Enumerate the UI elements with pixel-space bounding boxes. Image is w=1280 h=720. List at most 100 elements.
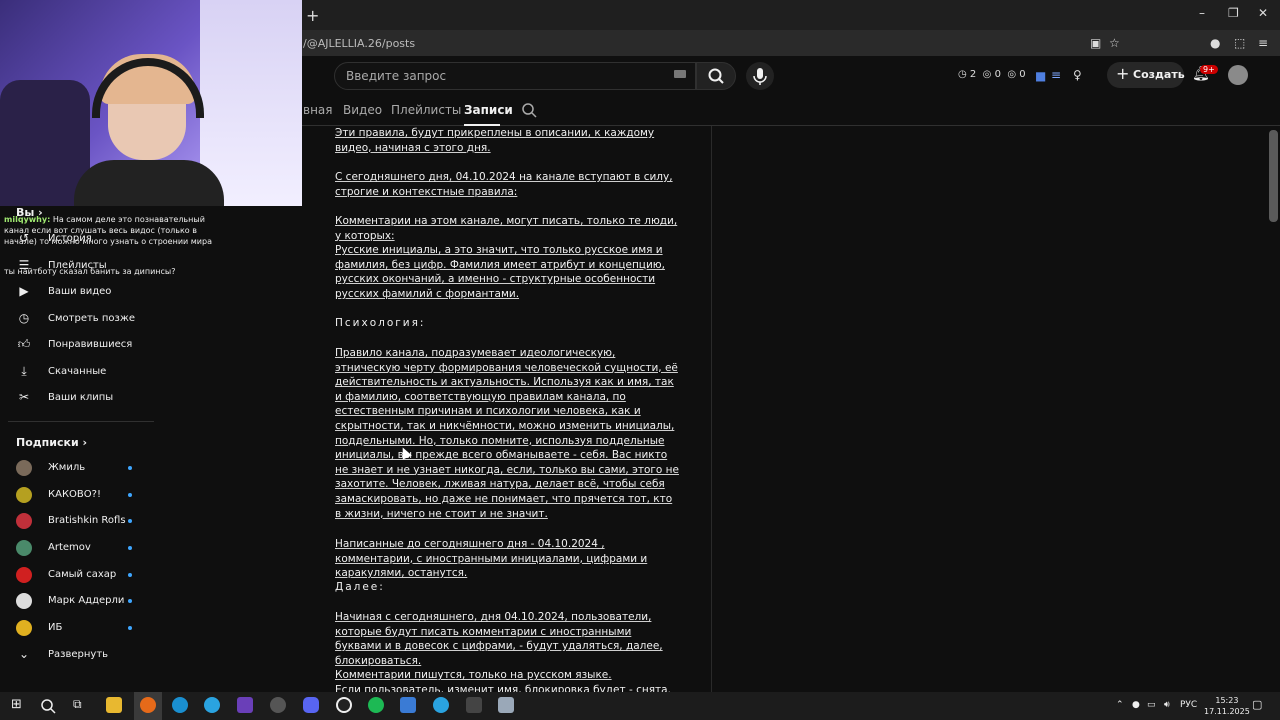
post-paragraph: Написанные до сегодняшнего дня - 04.10.2… — [335, 538, 648, 580]
post-heading: Психология: — [335, 317, 426, 329]
clock-date: 17.11.2025 — [1204, 707, 1250, 716]
firefox-icon[interactable] — [140, 697, 156, 713]
search-placeholder: Введите запрос — [346, 69, 447, 83]
scrollbar-thumb[interactable] — [1269, 130, 1278, 222]
channel-avatar — [16, 460, 32, 476]
post-paragraph: С сегодняшнего дня, 04.10.2024 на канале… — [335, 171, 673, 198]
new-content-dot — [128, 493, 132, 497]
chat-username: milqywhy: — [4, 215, 51, 224]
tab-home[interactable]: вная — [303, 103, 333, 117]
post-paragraph: Комментарии на этом канале, могут писать… — [335, 215, 678, 300]
notification-center-icon[interactable]: ▢ — [1252, 698, 1262, 711]
keyboard-icon[interactable] — [674, 70, 686, 78]
sidebar-sub-item[interactable]: КАКОВО?! — [16, 485, 136, 505]
windows-start-icon[interactable]: ⊞ — [11, 697, 22, 712]
taskbar — [0, 692, 1280, 720]
new-content-dot — [128, 626, 132, 630]
new-content-dot — [128, 599, 132, 603]
app-window-icon[interactable] — [400, 697, 416, 713]
new-tab-button[interactable]: + — [306, 6, 319, 25]
channel-avatar — [16, 513, 32, 529]
app-icon[interactable] — [336, 697, 352, 713]
taskbar-clock[interactable]: 15:23 17.11.2025 — [1204, 695, 1250, 717]
new-content-dot — [128, 546, 132, 550]
subscriptions-header[interactable]: Подписки › — [16, 436, 87, 449]
screen: + – ❐ ✕ /@AJLELLIA.26/posts ▣ ☆ ● ⬚ ≡ Вв… — [0, 0, 1280, 720]
voice-search-button[interactable] — [746, 62, 774, 90]
notification-badge: 9+ — [1200, 65, 1218, 74]
file-explorer-icon[interactable] — [106, 697, 122, 713]
webcam-overlay — [0, 0, 302, 206]
create-label: Создать — [1133, 68, 1185, 81]
menu-icon[interactable]: ≡ — [1258, 36, 1268, 50]
extension-counters: ◷ 2 ◎ 0 ◎ 0 — [958, 69, 1026, 80]
sidebar-divider — [8, 421, 154, 422]
clock-icon: ◷ — [18, 311, 30, 325]
counter-icon: ◎ — [1007, 69, 1017, 80]
maximize-button[interactable]: ❐ — [1228, 6, 1239, 20]
channel-avatar — [16, 567, 32, 583]
new-content-dot — [128, 466, 132, 470]
taskbar-search-icon[interactable] — [40, 698, 56, 714]
sidebar-sub-item[interactable]: Bratishkin Rofls — [16, 511, 136, 531]
tab-playlists[interactable]: Плейлисты — [391, 103, 461, 117]
new-content-dot — [128, 519, 132, 523]
scissors-icon: ✂ — [18, 390, 30, 404]
chat-message: ты найтботу сказал банить за дипинсы? — [4, 266, 224, 277]
chat-message: milqywhy: На самом деле это познавательн… — [4, 214, 224, 247]
sidebar-sub-item[interactable]: Artemov — [16, 538, 136, 558]
mic-icon — [753, 68, 767, 85]
tray-icon[interactable]: ▭ — [1147, 700, 1156, 710]
app-icon-2[interactable] — [466, 697, 482, 713]
sidebar-sub-item[interactable]: Самый сахар — [16, 565, 136, 585]
app-icon-3[interactable] — [498, 697, 514, 713]
counter-3: 0 — [1019, 69, 1026, 80]
channel-avatar — [16, 540, 32, 556]
sidebar-sub-item[interactable]: Жмиль — [16, 458, 136, 478]
counter-2: 0 — [994, 69, 1001, 80]
bookmark-star-icon[interactable]: ☆ — [1109, 36, 1120, 50]
channel-avatar — [16, 593, 32, 609]
volume-icon[interactable]: 🔊︎ — [1164, 700, 1170, 710]
microphone-tray-icon[interactable]: ● — [1132, 700, 1140, 710]
account-avatar[interactable] — [1228, 65, 1248, 85]
content-divider — [711, 126, 712, 692]
clock-time: 15:23 — [1215, 696, 1239, 705]
post-paragraph: Правило канала, подразумевает идеологиче… — [335, 347, 679, 520]
tray-arrow-icon[interactable]: ⌃ — [1116, 700, 1124, 710]
minimize-button[interactable]: – — [1199, 6, 1205, 20]
video-icon: ▶ — [19, 284, 29, 298]
telegram-icon[interactable] — [204, 697, 220, 713]
extension-icon[interactable]: ■ — [1035, 69, 1046, 83]
create-button[interactable]: + Создать — [1107, 62, 1185, 88]
channel-avatar — [16, 487, 32, 503]
sidebar-sub-item[interactable]: ИБ — [16, 618, 136, 638]
edge-icon[interactable] — [172, 697, 188, 713]
sidebar-sub-item[interactable]: Марк Аддерли — [16, 591, 136, 611]
profile-icon[interactable]: ● — [1210, 36, 1220, 50]
close-window-button[interactable]: ✕ — [1258, 6, 1268, 20]
spotify-icon[interactable] — [368, 697, 384, 713]
reader-icon[interactable]: ▣ — [1090, 36, 1101, 50]
obs-icon[interactable] — [270, 697, 286, 713]
counter-icon: ◷ — [958, 69, 967, 80]
trophy-icon[interactable]: ♀ — [1073, 68, 1082, 82]
address-bar[interactable]: /@AJLELLIA.26/posts — [303, 37, 415, 50]
new-content-dot — [128, 573, 132, 577]
post-paragraph: Начиная с сегодняшнего, дня 04.10.2024, … — [335, 611, 663, 682]
download-icon: ⤓ — [21, 364, 27, 378]
extension-icon-2[interactable]: ≡ — [1051, 68, 1061, 82]
chat-text: ты найтботу сказал банить за дипинсы? — [4, 267, 176, 276]
task-view-icon[interactable]: ⧉ — [73, 697, 82, 712]
tab-videos[interactable]: Видео — [343, 103, 382, 117]
telegram-icon-2[interactable] — [433, 697, 449, 713]
search-button[interactable] — [696, 62, 736, 90]
discord-icon[interactable] — [303, 697, 319, 713]
tab-posts[interactable]: Записи — [464, 103, 513, 117]
vegas-icon[interactable] — [237, 697, 253, 713]
channel-search-icon[interactable] — [521, 102, 537, 118]
language-indicator[interactable]: РУС — [1180, 700, 1197, 710]
webcam-body — [74, 160, 224, 206]
extensions-icon[interactable]: ⬚ — [1234, 36, 1245, 50]
counter-1: 2 — [969, 69, 977, 80]
